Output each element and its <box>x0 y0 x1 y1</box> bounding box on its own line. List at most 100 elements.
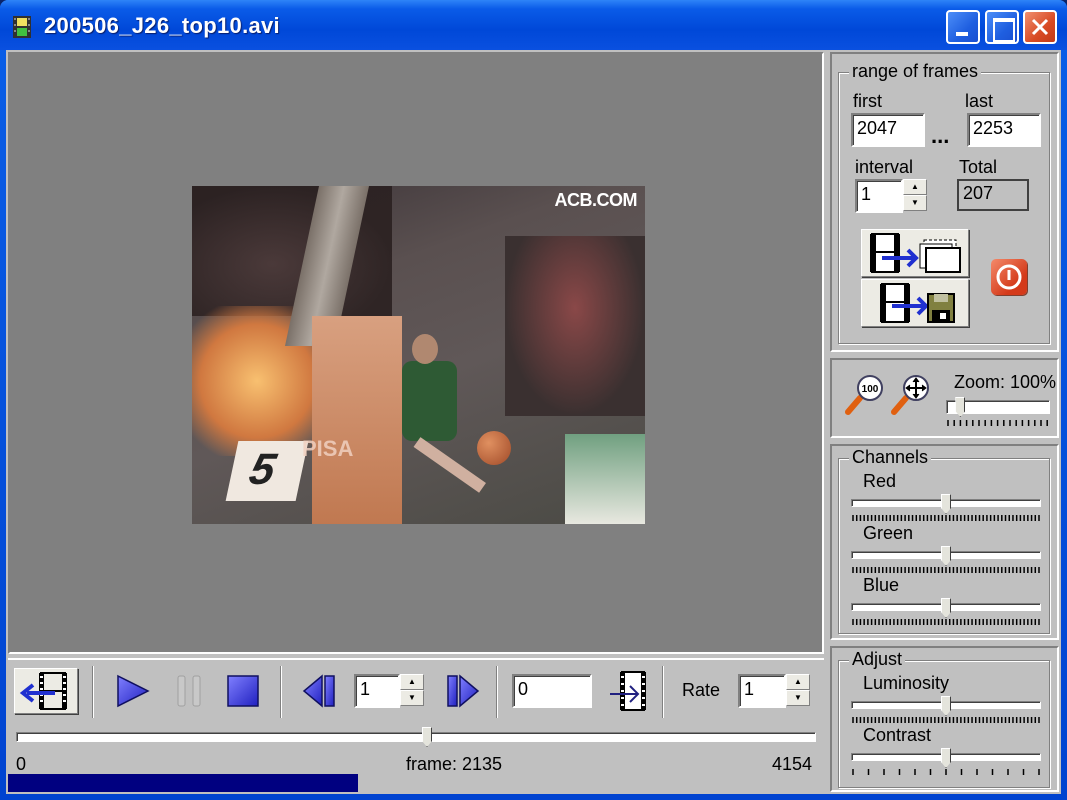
slider-thumb-red[interactable] <box>941 494 951 514</box>
video-crowd-right <box>505 236 645 416</box>
adjust-pane: Adjust Luminosity Contrast <box>830 646 1059 792</box>
timeline-track[interactable] <box>16 732 816 742</box>
video-frame[interactable]: 5 PISA ACB.COM <box>192 186 645 524</box>
video-player-head <box>412 334 438 364</box>
channels-pane: Channels Red Green Blue <box>830 444 1059 640</box>
video-ball <box>477 431 511 465</box>
goto-frame-button[interactable] <box>610 670 650 712</box>
range-separator: ... <box>931 123 950 148</box>
video-player <box>402 361 457 441</box>
slider-label-blue: Blue <box>863 575 900 595</box>
next-frame-button[interactable] <box>446 674 480 708</box>
slider-label-luminosity: Luminosity <box>863 673 950 693</box>
separator <box>496 666 498 718</box>
prev-frame-button[interactable] <box>302 674 336 708</box>
extract-frames-button[interactable] <box>861 229 969 277</box>
client-area: 5 PISA ACB.COM 1 ▲ ▼ 0 Rate 1 ▲ ▼ 0 fram… <box>6 50 1061 794</box>
interval-spinner[interactable]: ▲ ▼ <box>903 179 927 211</box>
goto-frame-input[interactable]: 0 <box>512 674 592 708</box>
slider-ticks-contrast <box>852 769 1040 775</box>
progress-bar <box>8 774 822 792</box>
video-sponsor-text: PISA <box>302 436 354 461</box>
channels-legend: Channels <box>849 447 932 468</box>
app-window: 200506_J26_top10.avi 5 PISA ACB.COM 1 ▲ … <box>0 0 1067 800</box>
first-label: first <box>853 91 882 111</box>
rate-spinner[interactable]: ▲ ▼ <box>786 674 810 706</box>
zoom-100-button[interactable]: 100 <box>844 374 886 416</box>
minimize-button[interactable] <box>946 10 980 44</box>
video-watermark: ACB.COM <box>554 190 638 210</box>
slider-ticks-luminosity <box>852 717 1040 723</box>
adjust-legend: Adjust <box>849 649 906 670</box>
spin-down-button[interactable]: ▼ <box>786 690 810 706</box>
video-player-legs <box>413 437 486 493</box>
progress-fill <box>8 774 359 792</box>
range-of-frames-group: range of frames first last 2047 ... 2253… <box>838 61 1050 344</box>
spin-up-button[interactable]: ▲ <box>786 674 810 690</box>
total-label: Total <box>959 157 998 177</box>
film-to-frames-icon <box>870 233 961 273</box>
maximize-button[interactable] <box>985 10 1019 44</box>
separator <box>280 666 282 718</box>
spin-up-button[interactable]: ▲ <box>400 674 424 690</box>
zoom-pan-button[interactable] <box>890 374 932 416</box>
total-value: 207 <box>957 179 1029 211</box>
stop-processing-button[interactable] <box>991 259 1027 295</box>
timeline-thumb[interactable] <box>422 727 433 747</box>
close-button[interactable] <box>1023 10 1057 44</box>
slider-thumb-green[interactable] <box>941 546 951 566</box>
svg-text:100: 100 <box>862 384 879 395</box>
zoom-ticks <box>947 420 1048 426</box>
film-icon <box>13 16 31 38</box>
zoom-label: Zoom: 100% <box>954 372 1057 392</box>
slider-ticks-red <box>852 515 1040 521</box>
timeline-min-label: 0 <box>16 754 27 774</box>
back-to-start-button[interactable] <box>14 668 78 714</box>
stop-button[interactable] <box>226 674 260 708</box>
slider-label-red: Red <box>863 471 897 491</box>
slider-thumb-contrast[interactable] <box>941 748 951 768</box>
playback-panel: 1 ▲ ▼ 0 Rate 1 ▲ ▼ 0 frame: 2135 4154 <box>8 658 824 792</box>
range-legend: range of frames <box>849 61 982 82</box>
video-display: 5 PISA ACB.COM <box>8 52 824 654</box>
slider-thumb-blue[interactable] <box>941 598 951 618</box>
window-title: 200506_J26_top10.avi <box>44 13 280 38</box>
spin-up-button[interactable]: ▲ <box>903 179 927 195</box>
step-size-spinner[interactable]: ▲ ▼ <box>400 674 424 706</box>
film-to-disk-icon <box>880 283 955 323</box>
range-pane: range of frames first last 2047 ... 2253… <box>830 52 1059 352</box>
slider-thumb-luminosity[interactable] <box>941 696 951 716</box>
slider-ticks-green <box>852 567 1040 573</box>
separator <box>662 666 664 718</box>
timeline-max-label: 4154 <box>772 754 813 774</box>
zoom-pane: 100 Zoom: 100% <box>830 358 1059 438</box>
first-frame-input[interactable]: 2047 <box>851 113 925 147</box>
video-court <box>565 434 645 524</box>
title-bar[interactable]: 200506_J26_top10.avi <box>0 0 1067 50</box>
step-size-input[interactable]: 1 <box>354 674 400 708</box>
slider-label-contrast: Contrast <box>863 725 932 745</box>
spin-down-button[interactable]: ▼ <box>903 195 927 211</box>
last-label: last <box>965 91 994 111</box>
interval-input[interactable]: 1 <box>855 179 903 213</box>
video-backboard <box>312 316 402 524</box>
zoom-slider-thumb[interactable] <box>955 397 966 417</box>
close-icon <box>1031 18 1049 36</box>
adjust-group: Adjust Luminosity Contrast <box>838 649 1050 788</box>
film-back-icon <box>19 672 67 710</box>
interval-label: interval <box>855 157 914 177</box>
pause-button[interactable] <box>176 674 204 708</box>
current-frame-label: frame: 2135 <box>406 754 503 774</box>
rate-input[interactable]: 1 <box>738 674 786 708</box>
spin-down-button[interactable]: ▼ <box>400 690 424 706</box>
video-rank-badge: 5 <box>225 441 309 501</box>
rate-label: Rate <box>682 680 721 700</box>
side-panel: range of frames first last 2047 ... 2253… <box>830 52 1059 792</box>
play-button[interactable] <box>116 674 150 708</box>
slider-label-green: Green <box>863 523 914 543</box>
power-icon <box>996 264 1022 290</box>
last-frame-input[interactable]: 2253 <box>967 113 1041 147</box>
slider-ticks-blue <box>852 619 1040 625</box>
save-video-button[interactable] <box>861 279 969 327</box>
separator <box>92 666 94 718</box>
